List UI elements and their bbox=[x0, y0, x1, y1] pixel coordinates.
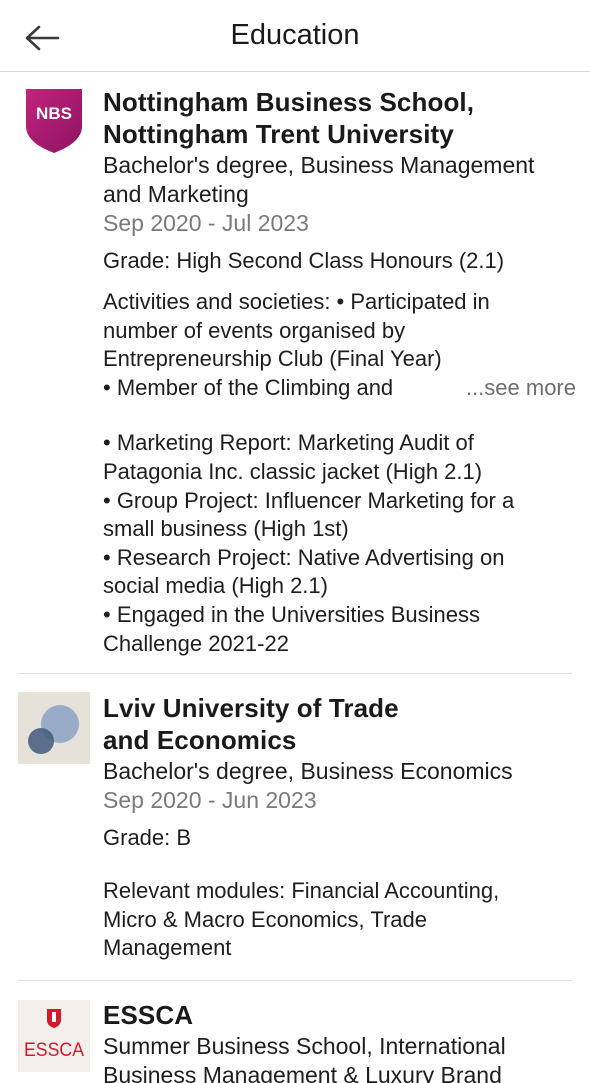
description-line: • Engaged in the Universities Business bbox=[103, 601, 481, 627]
activities-line: Activities and societies: • Participated… bbox=[103, 289, 490, 314]
activities-line: number of events organised by bbox=[103, 317, 406, 343]
top-bar: Education bbox=[0, 0, 590, 72]
description-block: • Marketing Report: Marketing Audit of P… bbox=[103, 429, 576, 658]
description-line: • Group Project: Influencer Marketing fo… bbox=[103, 487, 515, 513]
grade: Grade: B bbox=[103, 825, 192, 850]
description-line: Management bbox=[103, 935, 232, 961]
school-name: Lviv University of Trade bbox=[103, 693, 399, 723]
description-block: Relevant modules: Financial Accounting, … bbox=[103, 877, 576, 963]
description-line: Challenge 2021-22 bbox=[103, 630, 289, 656]
description-line: social media (High 2.1) bbox=[103, 573, 328, 599]
school-name-line2: Nottingham Trent University bbox=[103, 119, 454, 149]
school-name: ESSCA bbox=[103, 1000, 194, 1030]
description-line: Micro & Macro Economics, Trade bbox=[103, 906, 427, 932]
education-entry-nbs[interactable]: NBS Nottingham Business School, Nottingh… bbox=[0, 84, 590, 674]
description-line: Patagonia Inc. classic jacket (High 2.1) bbox=[103, 458, 483, 484]
degree: Bachelor's degree, Business Management bbox=[103, 152, 535, 178]
page-title: Education bbox=[230, 19, 360, 51]
education-entry-lviv[interactable]: Lviv University of Trade and Economics B… bbox=[0, 690, 590, 970]
degree: Summer Business School, International bbox=[103, 1033, 506, 1059]
divider bbox=[18, 673, 572, 674]
education-entry-essca[interactable]: ESSCA ESSCA Summer Business School, Inte… bbox=[0, 998, 590, 1083]
activities-block: Activities and societies: • Participated… bbox=[103, 288, 576, 403]
degree-line2: Business Management & Luxury Brand bbox=[103, 1062, 502, 1083]
essca-logo: ESSCA bbox=[18, 1000, 90, 1072]
description-line: • Research Project: Native Advertising o… bbox=[103, 544, 505, 570]
school-name: Nottingham Business School, bbox=[103, 87, 475, 117]
nbs-logo-text: NBS bbox=[36, 104, 72, 123]
description-line: small business (High 1st) bbox=[103, 516, 349, 542]
degree-line2: and Marketing bbox=[103, 181, 249, 207]
nbs-logo: NBS bbox=[18, 88, 90, 160]
divider bbox=[18, 980, 572, 981]
date-range: Sep 2020 - Jun 2023 bbox=[103, 787, 317, 813]
lviv-logo bbox=[18, 692, 90, 764]
school-name-line2: and Economics bbox=[103, 725, 297, 755]
essca-logo-text: ESSCA bbox=[24, 1040, 84, 1061]
description-line: Relevant modules: Financial Accounting, bbox=[103, 878, 500, 903]
description-line: • Marketing Report: Marketing Audit of bbox=[103, 430, 474, 456]
date-range: Sep 2020 - Jul 2023 bbox=[103, 210, 309, 236]
degree: Bachelor's degree, Business Economics bbox=[103, 758, 513, 784]
see-more-link[interactable]: ...see more bbox=[459, 373, 576, 403]
grade: Grade: High Second Class Honours (2.1) bbox=[103, 248, 505, 273]
activities-line: Entrepreneurship Club (Final Year) bbox=[103, 346, 442, 372]
